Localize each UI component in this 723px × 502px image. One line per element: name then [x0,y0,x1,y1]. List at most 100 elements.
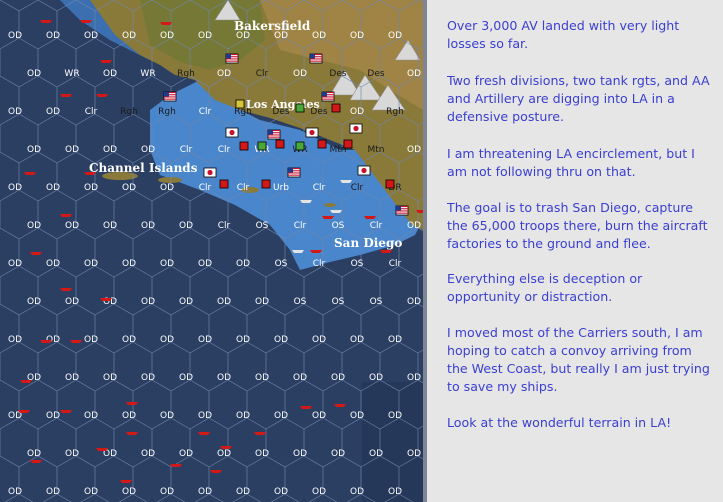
terrain-label: OD [141,145,155,155]
us-flag-stripe[interactable] [396,212,408,214]
commentary-panel: Over 3,000 AV landed with very light los… [427,0,723,502]
us-flag-stripe[interactable] [310,60,322,62]
ship-unit[interactable] [220,446,232,449]
ship-unit[interactable] [60,288,72,291]
ship-unit[interactable] [254,432,266,435]
ship-unit[interactable] [120,480,132,483]
us-flag-stripe[interactable] [268,136,280,138]
ship-unit[interactable] [60,410,72,413]
unit-counter[interactable] [295,103,305,113]
us-flag-stripe[interactable] [322,96,334,98]
unit-counter[interactable] [235,99,245,109]
ship-unit[interactable] [126,432,138,435]
terrain-label: Rgh [177,69,195,79]
us-flag-canton[interactable] [310,54,315,59]
terrain-label: OD [388,31,402,41]
ship-unit[interactable] [334,404,346,407]
us-flag-stripe[interactable] [164,96,176,98]
unit-counter[interactable] [317,139,327,149]
ship-unit[interactable] [18,410,30,413]
us-flag-canton[interactable] [164,92,169,97]
terrain-label: Clr [370,221,383,231]
terrain-label: OD [8,183,22,193]
unit-counter[interactable] [219,179,229,189]
us-flag-stripe[interactable] [288,174,300,176]
ship-unit[interactable] [100,298,112,301]
ship-unit[interactable] [84,172,96,175]
japan-flag-sun [361,167,367,174]
ship-unit[interactable] [310,250,322,253]
us-flag-stripe[interactable] [268,134,280,136]
ship-unit[interactable] [30,460,42,463]
terrain-label: OD [160,487,174,497]
terrain-label: OS [332,221,345,231]
ship-unit[interactable] [340,180,352,183]
japan-flag-sun [207,169,213,176]
ship-unit[interactable] [210,470,222,473]
hex-map[interactable]: OD OD OD OD OD OD OD OD OD OD OD OD WR OD WR Rgh OD Clr OD… [0,0,423,502]
ship-unit[interactable] [70,340,82,343]
unit-counter[interactable] [331,103,341,113]
ship-unit[interactable] [40,20,52,23]
ship-unit[interactable] [170,464,182,467]
ship-unit[interactable] [330,210,342,213]
ship-unit[interactable] [40,340,52,343]
terrain-label: OD [274,411,288,421]
unit-counter[interactable] [385,179,395,189]
terrain-label: OS [332,297,345,307]
commentary-paragraph-7: Look at the wonderful terrain in LA! [447,415,672,430]
ship-unit[interactable] [100,60,112,63]
us-flag-stripe[interactable] [164,98,176,100]
unit-counter[interactable] [295,141,305,151]
us-flag-canton[interactable] [396,206,401,211]
us-flag-canton[interactable] [268,130,273,135]
us-flag-stripe[interactable] [322,98,334,100]
us-flag-stripe[interactable] [226,58,238,60]
terrain-label: OD [217,449,231,459]
us-flag-canton[interactable] [322,92,327,97]
ship-unit[interactable] [292,250,304,253]
ship-unit[interactable] [380,250,392,253]
terrain-label: OD [350,107,364,117]
terrain-label: OD [179,449,193,459]
unit-counter[interactable] [239,141,249,151]
ship-unit[interactable] [126,402,138,405]
ship-unit[interactable] [322,216,334,219]
ship-unit[interactable] [160,22,172,25]
terrain-label: OD [236,487,250,497]
ship-unit[interactable] [24,172,36,175]
terrain-label: OD [293,449,307,459]
terrain-label: Clr [351,183,364,193]
us-flag-stripe[interactable] [310,58,322,60]
us-flag-stripe[interactable] [288,172,300,174]
unit-counter[interactable] [343,139,353,149]
ship-unit[interactable] [60,214,72,217]
unit-counter[interactable] [257,141,267,151]
ship-unit[interactable] [60,94,72,97]
us-flag-canton[interactable] [288,168,293,173]
ship-unit[interactable] [96,448,108,451]
ship-unit[interactable] [30,252,42,255]
terrain-label: OD [84,411,98,421]
terrain-label: OD [8,335,22,345]
ship-unit[interactable] [80,20,92,23]
ship-unit[interactable] [300,200,312,203]
ship-unit[interactable] [96,94,108,97]
terrain-label: OD [27,297,41,307]
us-flag-stripe[interactable] [226,60,238,62]
us-flag-canton[interactable] [226,54,231,59]
ship-unit[interactable] [300,406,312,409]
unit-counter[interactable] [275,139,285,149]
ship-unit[interactable] [364,216,376,219]
terrain-label: OD [8,487,22,497]
city-los-angeles: Los Angeles [246,98,320,111]
us-flag-stripe[interactable] [396,210,408,212]
unit-counter[interactable] [261,179,271,189]
ship-unit[interactable] [20,380,32,383]
terrain-label: OD [103,145,117,155]
terrain-label: OD [46,259,60,269]
terrain-label: OD [84,31,98,41]
ship-unit[interactable] [198,432,210,435]
terrain-label: OS [370,297,383,307]
terrain-label: OD [198,31,212,41]
